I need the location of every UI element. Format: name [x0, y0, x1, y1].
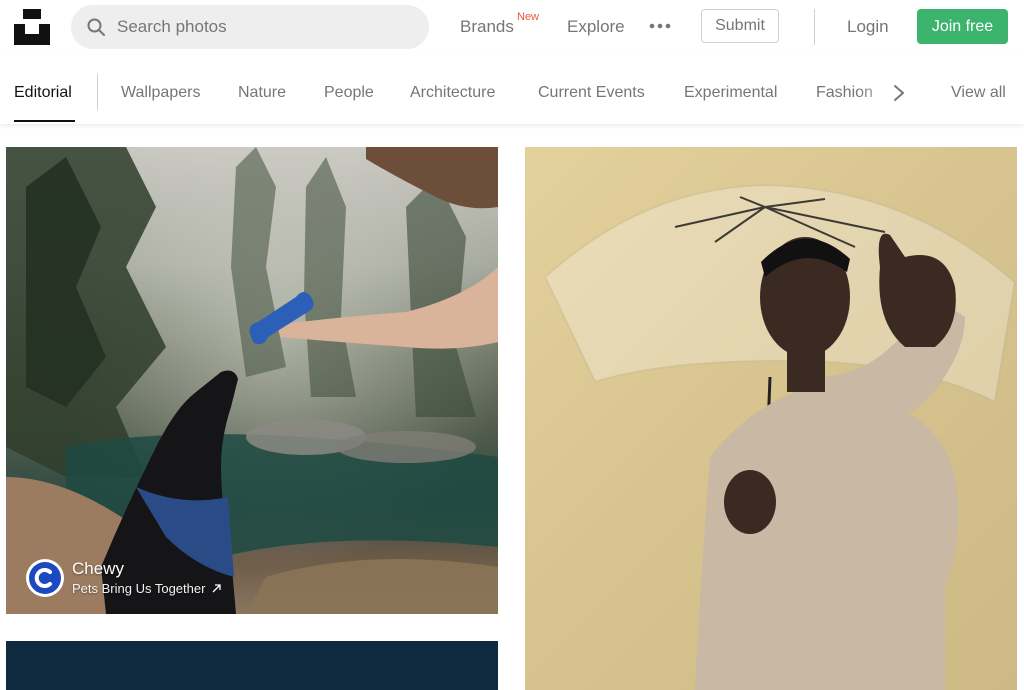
unsplash-logo-icon[interactable]: [14, 9, 50, 45]
submit-button[interactable]: Submit: [701, 9, 779, 43]
search-bar[interactable]: [71, 5, 429, 49]
category-divider: [97, 74, 98, 110]
sponsor-avatar-icon[interactable]: [26, 559, 64, 597]
sponsor-tagline-text[interactable]: Pets Bring Us Together: [72, 581, 205, 596]
search-icon[interactable]: [87, 18, 105, 36]
category-tab-wallpapers[interactable]: Wallpapers: [121, 84, 200, 102]
view-all-link[interactable]: View all: [951, 84, 1006, 102]
category-tab-architecture[interactable]: Architecture: [410, 84, 495, 102]
category-bar: Editorial Wallpapers Nature People Archi…: [0, 56, 1024, 124]
category-tab-nature[interactable]: Nature: [238, 84, 286, 102]
category-tab-editorial[interactable]: Editorial: [14, 84, 72, 102]
category-tab-current-events[interactable]: Current Events: [538, 84, 645, 102]
category-tab-experimental[interactable]: Experimental: [684, 84, 777, 102]
chevron-right-icon[interactable]: [892, 84, 906, 102]
nav-brands-link[interactable]: Brands: [460, 17, 514, 37]
join-free-button[interactable]: Join free: [917, 9, 1008, 44]
sponsor-name[interactable]: Chewy: [72, 559, 124, 579]
sponsor-tagline[interactable]: Pets Bring Us Together: [72, 581, 221, 596]
category-tab-people[interactable]: People: [324, 84, 374, 102]
external-arrow-icon: [212, 584, 221, 593]
dog-and-hand-with-toy-photo: [6, 147, 498, 614]
nav-explore-link[interactable]: Explore: [567, 17, 625, 37]
man-with-clear-umbrella-photo: [543, 183, 1017, 690]
photo-card-man-umbrella[interactable]: [525, 147, 1017, 690]
photo-card-dark[interactable]: [6, 641, 498, 690]
top-header: Brands New Explore Submit Login Join fre…: [0, 0, 1024, 56]
active-tab-underline: [14, 120, 75, 122]
login-link[interactable]: Login: [847, 17, 889, 37]
search-input[interactable]: [117, 5, 407, 49]
dark-blue-photo: [6, 641, 498, 690]
new-badge: New: [517, 11, 540, 23]
photo-card-dog[interactable]: Chewy Pets Bring Us Together: [6, 147, 498, 614]
more-dots-icon[interactable]: [649, 20, 671, 32]
header-divider: [814, 9, 815, 45]
